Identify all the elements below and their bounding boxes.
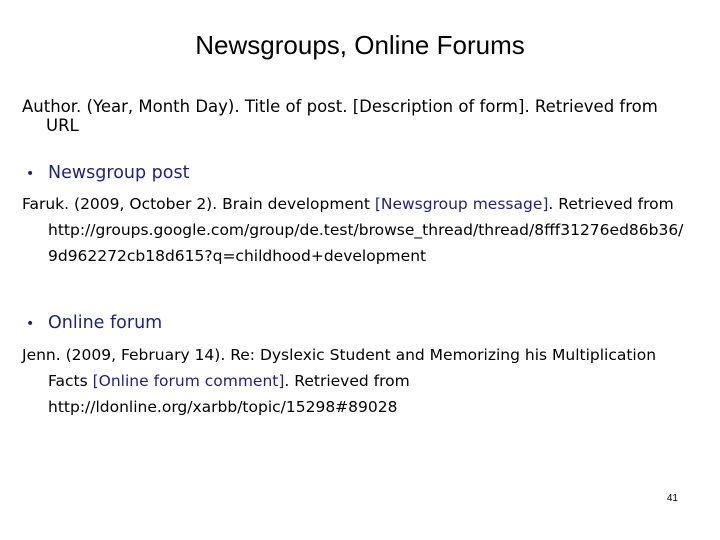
reference-line-1: Jenn. (2009, February 14). Re: Dyslexic … [22,346,657,364]
bullet-dot-icon: • [26,166,35,182]
reference-text: . Retrieved from [548,195,674,213]
reference-text: Facts [48,372,93,390]
reference-description: [Online forum comment] [92,372,285,390]
citation-format-line-2: URL [46,116,79,135]
bullet-label: Online forum [48,313,163,333]
reference-line-2: http://groups.google.com/group/de.test/b… [48,221,684,239]
reference-line-3: http://ldonline.org/xarbb/topic/15298#89… [48,398,398,416]
reference-text: . Retrieved from [284,372,410,390]
reference-line-2: Facts [Online forum comment]. Retrieved … [22,368,712,394]
reference-line-3: 9d962272cb18d615?q=childhood+development [48,247,427,265]
citation-format: Author. (Year, Month Day). Title of post… [22,97,712,135]
citation-format-line-1: Author. (Year, Month Day). Title of post… [22,97,658,116]
slide-title: Newsgroups, Online Forums [195,30,525,60]
bullet-label: Newsgroup post [48,163,190,183]
reference-forum: Jenn. (2009, February 14). Re: Dyslexic … [22,342,712,420]
bullet-online-forum: • Online forum [26,312,162,335]
reference-description: [Newsgroup message] [374,195,549,213]
reference-line-1: Faruk. (2009, October 2). Brain developm… [22,191,712,217]
reference-newsgroup: Faruk. (2009, October 2). Brain developm… [22,191,712,269]
reference-text: Faruk. (2009, October 2). Brain developm… [22,195,375,213]
bullet-newsgroup-post: • Newsgroup post [26,162,189,185]
page-number: 41 [666,493,678,504]
bullet-dot-icon: • [26,316,35,332]
